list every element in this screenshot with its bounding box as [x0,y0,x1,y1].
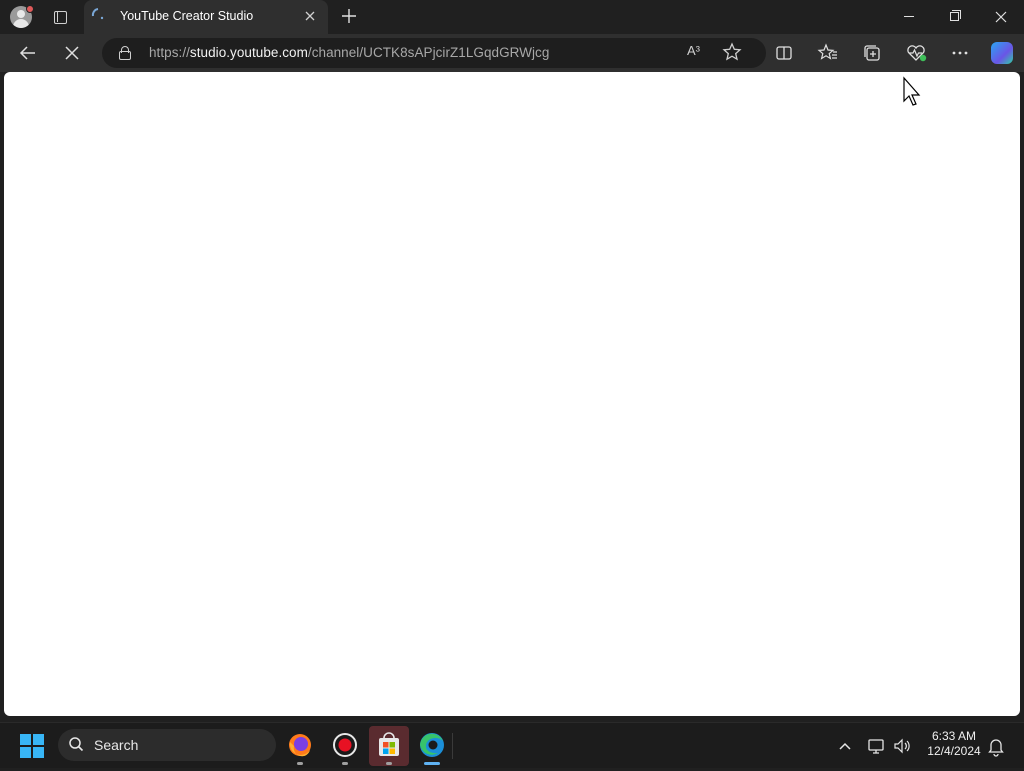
tab-actions-icon [53,10,67,24]
start-button[interactable] [20,734,44,758]
minimize-button[interactable] [886,0,932,34]
favorites-icon [817,43,837,60]
stop-loading-button[interactable] [58,39,86,67]
favorite-star-icon[interactable] [722,41,742,68]
windows-logo-icon [20,734,31,745]
new-tab-button[interactable] [338,5,360,27]
search-icon [69,737,84,752]
heart-pulse-icon [907,45,927,62]
tab-title: YouTube Creator Studio [120,9,254,23]
lock-icon[interactable] [119,46,131,60]
settings-more-button[interactable] [946,39,974,67]
url-host: studio.youtube.com [189,45,308,60]
taskbar-microsoft-store[interactable] [369,726,409,766]
page-content-loading [4,72,1020,716]
back-button[interactable] [14,39,42,67]
collections-icon [864,45,880,61]
taskbar-clock[interactable]: 6:33 AM 12/4/2024 [918,729,990,763]
tab-actions-button[interactable] [46,6,74,28]
loading-favicon-icon [90,6,106,22]
collections-button[interactable] [858,39,886,67]
browser-window: YouTube Creator Studio https://studio.yo… [0,0,1024,722]
network-icon [868,739,884,754]
store-bag-icon [379,732,399,756]
mouse-pointer-icon [903,76,921,106]
split-screen-button[interactable] [770,39,798,67]
copilot-button[interactable] [988,39,1016,67]
close-window-button[interactable] [978,0,1024,34]
network-button[interactable] [866,735,886,757]
tab-strip: YouTube Creator Studio [0,0,1024,34]
bell-icon [988,739,1004,757]
address-bar[interactable]: https://studio.youtube.com/channel/UCTK8… [102,38,766,68]
stop-x-icon [65,46,79,60]
taskbar-recorder[interactable] [325,726,365,766]
read-aloud-icon[interactable]: A³ [687,43,700,58]
windows-taskbar: Search 6:33 AM 12/4/2024 [0,722,1024,768]
more-dots-icon [952,51,968,55]
restore-button[interactable] [932,0,978,34]
taskbar-search[interactable]: Search [58,729,276,761]
back-arrow-icon [19,46,35,60]
split-screen-icon [776,46,792,60]
profile-notification-dot [26,5,34,13]
show-hidden-icons-button[interactable] [836,735,854,757]
tab-close-icon[interactable] [302,8,318,24]
close-icon [995,11,1007,23]
taskbar-firefox[interactable] [280,726,320,766]
volume-button[interactable] [892,735,912,757]
clock-time: 6:33 AM [931,729,977,743]
minimize-icon [904,16,914,17]
browser-essentials-button[interactable] [902,39,930,67]
url-prefix: https:// [149,45,190,60]
browser-toolbar: https://studio.youtube.com/channel/UCTK8… [0,34,1024,72]
tab-youtube-creator-studio[interactable]: YouTube Creator Studio [84,0,328,34]
taskbar-microsoft-edge[interactable] [412,726,452,766]
copilot-icon [991,42,1013,64]
volume-icon [894,738,910,754]
record-icon [333,733,357,757]
notifications-button[interactable] [986,735,1006,757]
profile-button[interactable] [9,5,35,29]
edge-icon [420,733,444,757]
url-text[interactable]: https://studio.youtube.com/channel/UCTK8… [149,45,549,60]
search-label: Search [94,737,139,753]
clock-date: 12/4/2024 [927,744,981,758]
favorites-button[interactable] [814,39,842,67]
chevron-up-icon [839,742,851,750]
url-path: /channel/UCTK8sAPjcirZ1LGqdGRWjcg [307,45,550,60]
firefox-icon [289,734,311,757]
